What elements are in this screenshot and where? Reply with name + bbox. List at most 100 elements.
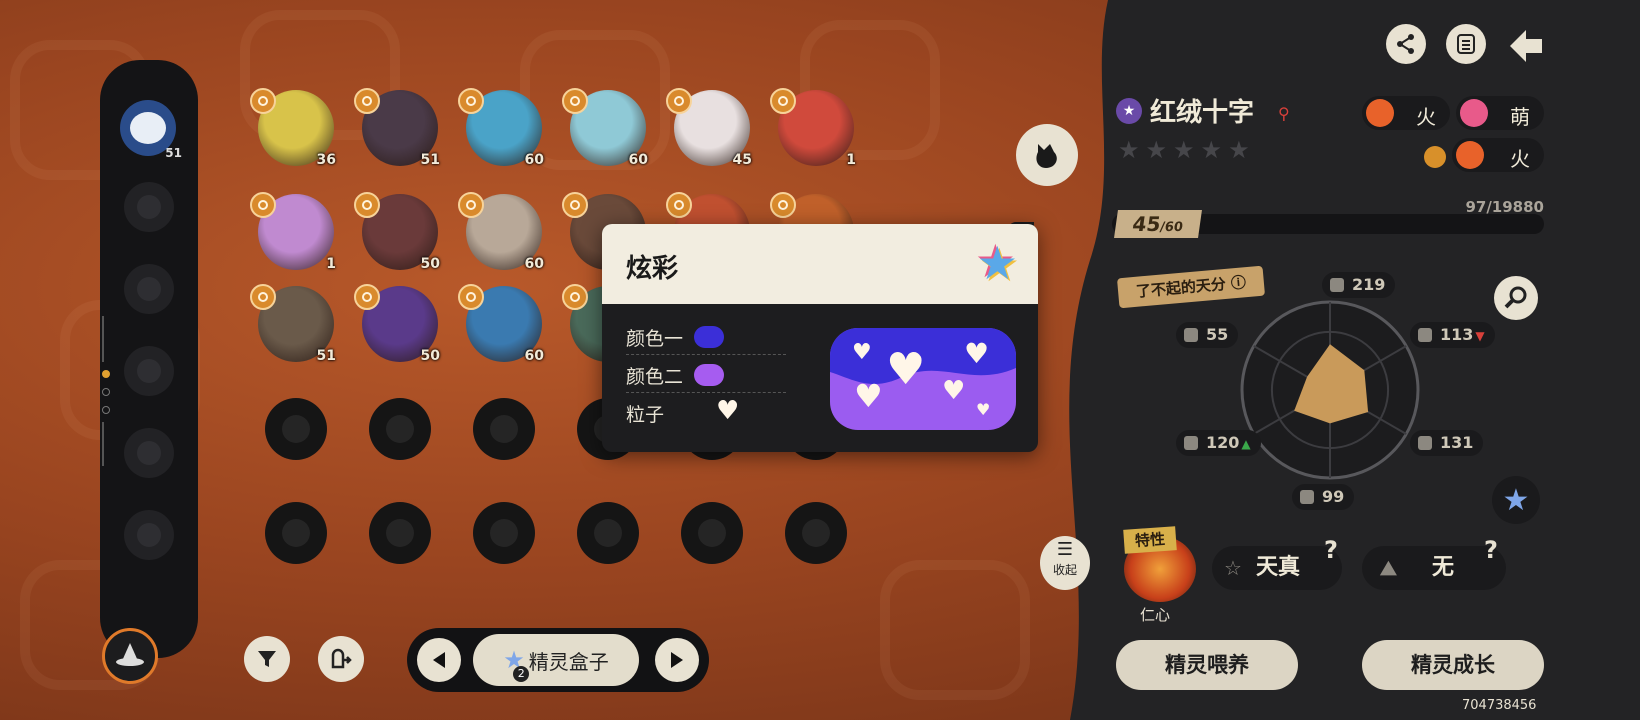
info-list-button[interactable] <box>1446 24 1486 64</box>
preference-tag-fire: 火 <box>1452 138 1544 172</box>
nature2-help-icon[interactable]: ? <box>1484 536 1498 564</box>
nature-help-icon[interactable]: ? <box>1324 536 1338 564</box>
empty-pet-slot[interactable] <box>473 398 535 460</box>
pin-icon: ⚲ <box>1278 104 1290 123</box>
sun-badge-icon <box>666 192 692 218</box>
transfer-button[interactable] <box>318 636 364 682</box>
pet-grid-item[interactable]: 60 <box>458 192 544 272</box>
heart-icon: ♥ <box>976 400 991 419</box>
page-indicator <box>102 316 110 466</box>
empty-pet-slot[interactable] <box>369 398 431 460</box>
stat-hp: 219 <box>1322 272 1396 298</box>
star-icon: ★ 2 <box>503 646 530 682</box>
pet-grid-item[interactable]: 36 <box>250 88 336 168</box>
shiny-star-button[interactable]: ★ <box>1492 476 1540 524</box>
heart-icon: ♥ <box>964 337 990 370</box>
team-column: 51 <box>100 60 198 658</box>
shield-icon <box>1418 436 1432 450</box>
pet-level: 1 <box>846 152 856 168</box>
nature-star-icon: ☆ <box>1224 556 1242 580</box>
star-rating: ★★★★★ <box>1118 136 1256 164</box>
stat-radar <box>1240 300 1420 480</box>
shield-icon <box>1184 436 1198 450</box>
element-tag-cute: 萌 <box>1456 96 1544 130</box>
pet-grid-item[interactable]: 51 <box>354 88 440 168</box>
heart-icon: ♥ <box>852 340 872 365</box>
pet-silhouette-button[interactable] <box>1016 124 1078 186</box>
heart-icon: ♥ <box>716 396 740 426</box>
sun-badge-icon <box>458 88 484 114</box>
witch-hat-button[interactable] <box>102 628 158 684</box>
box-badge: 2 <box>513 666 530 682</box>
heart-icon <box>1330 278 1344 292</box>
pet-level: 45 <box>732 152 752 168</box>
trait-name: 仁心 <box>1140 606 1171 624</box>
exp-value: 97/19880 <box>1465 198 1544 216</box>
witch-hat-icon <box>116 643 144 666</box>
pet-grid-item[interactable]: 1 <box>250 192 336 272</box>
pet-grid-item[interactable]: 60 <box>562 88 648 168</box>
rainbow-star-icon: ★ <box>1502 482 1530 518</box>
pet-grid-item[interactable]: 45 <box>666 88 752 168</box>
empty-pet-slot[interactable] <box>473 502 535 564</box>
shiny-popup: 炫彩 ★ 颜色一 颜色二 粒子 ♥ ♥ ♥ ♥ ♥ ♥ ♥ <box>602 224 1038 452</box>
back-button[interactable] <box>1506 26 1546 66</box>
fire-icon <box>1366 99 1394 127</box>
avatar-level: 51 <box>165 146 182 160</box>
empty-pet-slot[interactable] <box>265 502 327 564</box>
wand-icon <box>1184 328 1198 342</box>
color1-swatch <box>694 326 724 348</box>
rainbow-star-icon: ★ <box>976 236 1018 290</box>
team-slot[interactable] <box>124 428 174 478</box>
pet-grid-item[interactable]: 1 <box>770 88 856 168</box>
pet-level: 50 <box>420 256 440 272</box>
down-arrow-icon: ▼ <box>1475 329 1485 343</box>
team-slot[interactable] <box>124 182 174 232</box>
empty-pet-slot[interactable] <box>265 398 327 460</box>
prev-box-button[interactable] <box>417 638 461 682</box>
team-slot[interactable] <box>124 510 174 560</box>
pet-level: 36 <box>316 152 336 168</box>
team-slot-active[interactable]: 51 <box>120 100 182 160</box>
sun-badge-icon <box>562 192 588 218</box>
sun-badge-icon <box>250 284 276 310</box>
nature-pill[interactable]: ☆ 天真 <box>1212 546 1342 590</box>
pet-level: 1 <box>326 256 336 272</box>
team-slot[interactable] <box>124 346 174 396</box>
pet-grid-item[interactable]: 50 <box>354 192 440 272</box>
pet-grid-item[interactable]: 60 <box>458 88 544 168</box>
pet-grid-item[interactable]: 51 <box>250 284 336 364</box>
box-pager: ★ 2 精灵盒子 <box>407 628 709 692</box>
grow-button[interactable]: 精灵成长 <box>1362 640 1544 690</box>
empty-pet-slot[interactable] <box>681 502 743 564</box>
empty-pet-slot[interactable] <box>785 502 847 564</box>
next-box-button[interactable] <box>655 638 699 682</box>
feed-button[interactable]: 精灵喂养 <box>1116 640 1298 690</box>
color2-swatch <box>694 364 724 386</box>
transfer-icon <box>331 648 352 669</box>
pet-level: 51 <box>316 348 336 364</box>
pet-grid-item[interactable]: 50 <box>354 284 440 364</box>
pet-box-label: 精灵盒子 <box>528 649 609 674</box>
sun-badge-icon <box>354 88 380 114</box>
pet-box-button[interactable]: ★ 2 精灵盒子 <box>473 634 639 686</box>
sun-badge-icon <box>562 284 588 310</box>
sun-badge-icon <box>458 192 484 218</box>
magnify-button[interactable] <box>1494 276 1538 320</box>
empty-pet-slot[interactable] <box>577 502 639 564</box>
sun-badge-icon <box>250 192 276 218</box>
heart-icon: ♥ <box>886 344 926 395</box>
share-button[interactable] <box>1386 24 1426 64</box>
sun-badge-icon <box>458 284 484 310</box>
pet-grid-item[interactable]: 60 <box>458 284 544 364</box>
popup-title: 炫彩 <box>626 254 679 284</box>
rarity-icon: ★ <box>1116 98 1142 124</box>
collapse-button[interactable]: ☰ 收起 <box>1040 536 1090 590</box>
pet-level: 60 <box>524 152 544 168</box>
empty-pet-slot[interactable] <box>369 502 431 564</box>
magnify-icon <box>1504 286 1527 309</box>
pet-avatar <box>130 112 166 144</box>
team-slot[interactable] <box>124 264 174 314</box>
filter-button[interactable] <box>244 636 290 682</box>
triangle-left-icon <box>433 652 445 668</box>
